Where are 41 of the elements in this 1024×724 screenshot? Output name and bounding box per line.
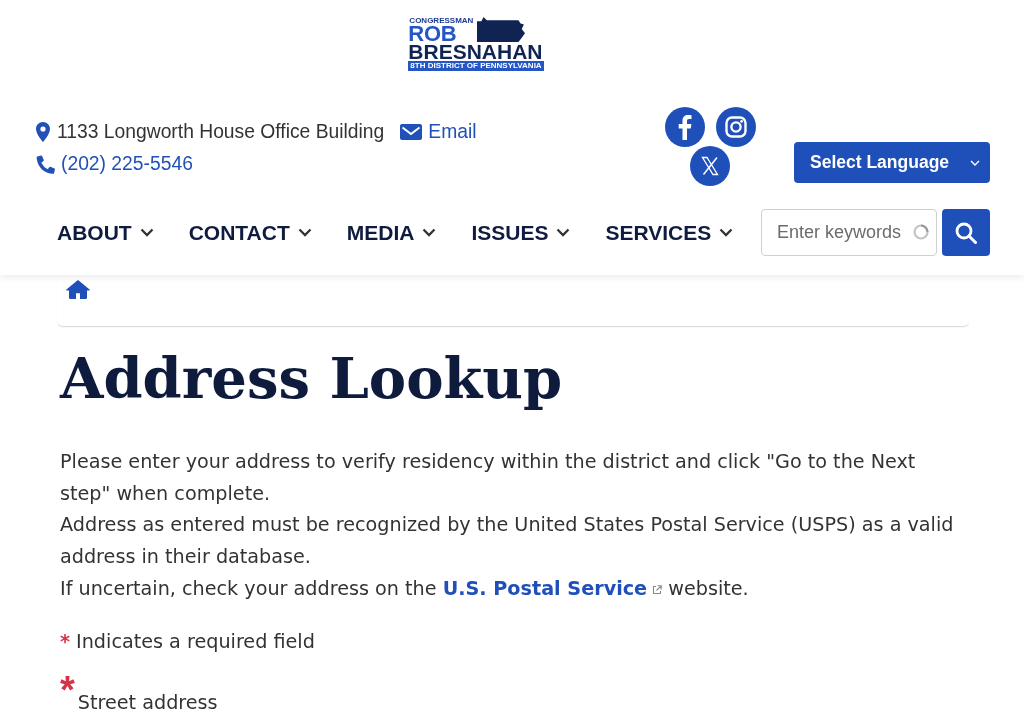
search-field[interactable]: Enter keywords [761,209,937,256]
nav-menu-item[interactable]: CONTACT [188,220,312,245]
chevron-down-icon [139,228,154,237]
instructions-text: If uncertain, check your address on the U.S. Postal Service website. [60,575,750,602]
nav-menu-item[interactable]: ABOUT [57,220,154,245]
chevron-down-icon [970,159,980,166]
search-icon [955,221,977,244]
language-select[interactable]: Select Language [794,142,990,183]
instructions-text: Please enter your address to verify residency within the district and click "Go to the Next step" when complete. [60,449,917,507]
page-title: Address Lookup [60,345,564,411]
nav-menu-item[interactable]: MEDIA [346,220,437,245]
chevron-down-icon [719,228,734,237]
external-link-icon [652,584,663,595]
instagram-icon[interactable] [715,107,756,147]
instructions-text: Address as entered must be recognized by the United States Postal Service (USPS) as a valid address in their database. [60,512,955,571]
nav-menu-item[interactable]: ISSUES [471,220,571,245]
logo-first-name: ROB [408,25,457,43]
phone-icon [36,154,55,174]
home-icon[interactable] [66,280,90,299]
logo-overline: CONGRESSMAN [409,16,474,25]
state-map-icon [477,17,526,42]
field-label: Street address [77,689,218,716]
email-link[interactable]: Email [400,121,477,143]
envelope-icon [400,124,423,140]
required-asterisk: * [60,628,71,655]
required-note-text: Indicates a required field [76,628,315,655]
search-button[interactable] [942,209,990,256]
chevron-down-icon [422,228,437,237]
logo-last-name: BRESNAHAN [408,43,543,61]
location-pin-icon [36,122,50,142]
required-asterisk: * [60,674,75,705]
nav-menu-item[interactable]: SERVICES [605,220,734,245]
chevron-down-icon [297,228,312,237]
loading-spinner-icon [913,224,929,240]
usps-website-link[interactable]: U.S. Postal Service [442,576,648,600]
office-address: 1133 Longworth House Office Building [57,121,385,143]
x-logo-icon[interactable] [690,146,730,186]
chevron-down-icon [556,228,571,237]
facebook-icon[interactable] [664,107,705,147]
phone-link[interactable]: (202) 225-5546 [36,153,193,175]
logo-tagline: 8TH DISTRICT OF PENNSYLVANIA [408,61,544,71]
